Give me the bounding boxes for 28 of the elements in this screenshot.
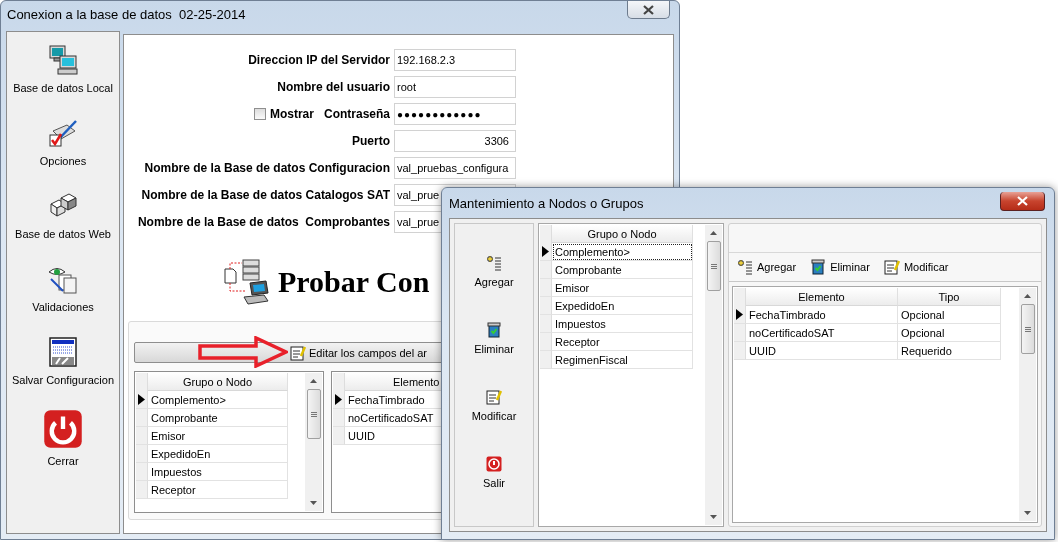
field-label: Nombre de la Base de datos Comprobantes [137, 215, 390, 229]
table-cell: Opcional [898, 306, 1001, 324]
table-cell: noCertificadoSAT [746, 324, 898, 342]
window-title: Mantenimiento a Nodos o Grupos [448, 195, 644, 211]
table-cell: Complemento> [148, 391, 288, 409]
table-cell: FechaTimbrado [746, 306, 898, 324]
field-label: Puerto [352, 134, 390, 148]
table-cell: Complemento> [552, 243, 693, 261]
table-cell: Comprobante [148, 409, 288, 427]
table-cell: ExpedidoEn [552, 297, 693, 315]
table-cell: RegimenFiscal [552, 351, 693, 369]
field-label: Nombre de la Base de datos Configuracion [144, 161, 390, 175]
table-cell: Emisor [148, 427, 288, 445]
table-cell: Receptor [552, 333, 693, 351]
field-label: Direccion IP del Servidor [248, 53, 390, 67]
table-cell: UUID [746, 342, 898, 360]
table-cell: Requerido [898, 342, 1001, 360]
field-label: Contraseña [323, 107, 390, 121]
table-cell: Emisor [552, 279, 693, 297]
table-cell: ExpedidoEn [148, 445, 288, 463]
table-cell: Impuestos [148, 463, 288, 481]
table-cell: Receptor [148, 481, 288, 499]
table-cell: Comprobante [552, 261, 693, 279]
field-label: Nombre del usuario [277, 80, 390, 94]
table-cell: Impuestos [552, 315, 693, 333]
field-label: Nombre de la Base de datos Catalogos SAT [141, 188, 390, 202]
table-cell: Opcional [898, 324, 1001, 342]
window-title: Conexion a la base de datos 02-25-2014 [6, 6, 246, 22]
